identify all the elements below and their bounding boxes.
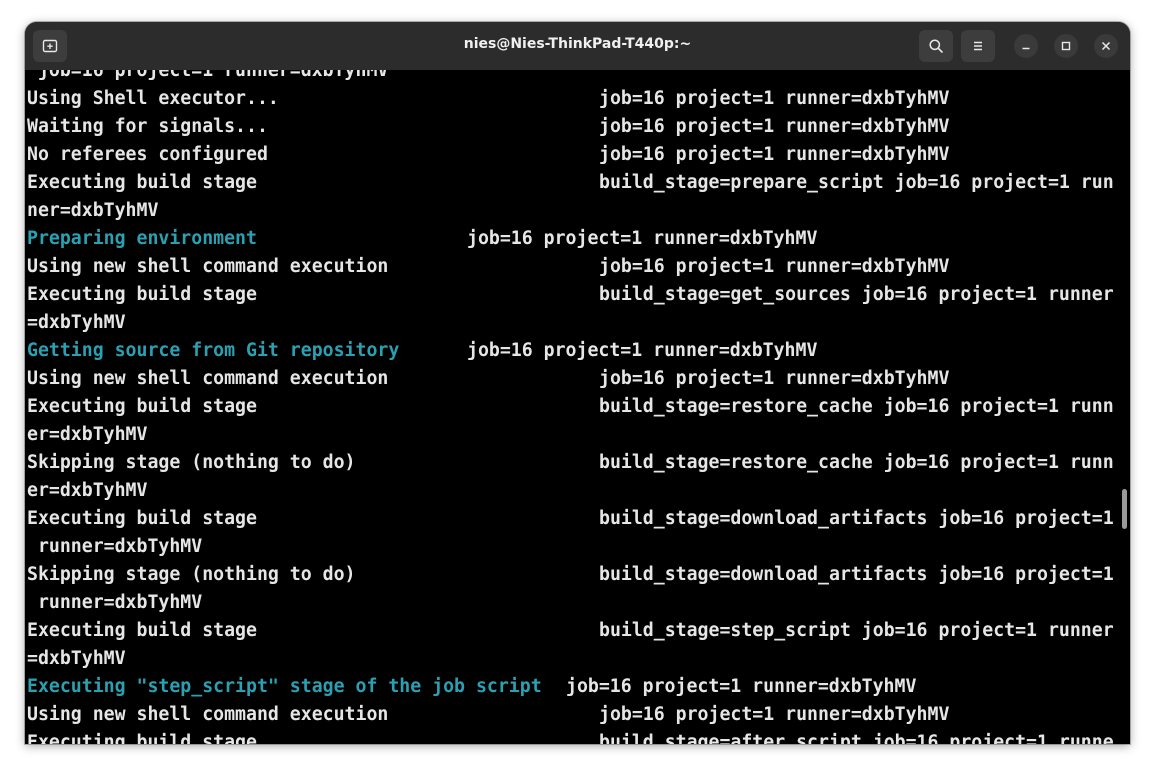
log-message: Using new shell command execution — [27, 368, 389, 389]
log-section-header: Getting source from Git repository — [27, 340, 400, 361]
minimize-button[interactable] — [1014, 34, 1038, 58]
log-fields: job=16 project=1 runner=dxbTyhMV — [599, 368, 950, 389]
log-message: Executing build stage — [27, 508, 257, 529]
header-bar: nies@Nies-ThinkPad-T440p:~ — [25, 22, 1130, 71]
log-fields: build_stage=download_artifacts job=16 pr… — [599, 508, 1114, 529]
search-button[interactable] — [919, 30, 953, 62]
log-fields: job=16 project=1 runner=dxbTyhMV — [27, 70, 389, 81]
log-section-header: Executing "step_script" stage of the job… — [27, 676, 542, 697]
log-fields: job=16 project=1 runner=dxbTyhMV — [599, 144, 950, 165]
log-fields: build_stage=download_artifacts job=16 pr… — [599, 564, 1114, 585]
log-message: Waiting for signals... — [27, 116, 268, 137]
log-fields: build_stage=get_sources job=16 project=1… — [599, 284, 1114, 305]
log-message: er=dxbTyhMV — [27, 480, 148, 501]
main-menu-button[interactable] — [961, 30, 995, 62]
log-fields: job=16 project=1 runner=dxbTyhMV — [467, 340, 818, 361]
log-fields: build_stage=restore_cache job=16 project… — [599, 396, 1114, 417]
close-button[interactable] — [1094, 34, 1118, 58]
log-message: Executing build stage — [27, 732, 257, 744]
log-message: Executing build stage — [27, 396, 257, 417]
log-message: =dxbTyhMV — [27, 648, 126, 669]
log-fields: job=16 project=1 runner=dxbTyhMV — [467, 228, 818, 249]
log-fields: job=16 project=1 runner=dxbTyhMV — [599, 256, 950, 277]
log-message: runner=dxbTyhMV — [27, 536, 203, 557]
maximize-button[interactable] — [1054, 34, 1078, 58]
log-fields: build_stage=restore_cache job=16 project… — [599, 452, 1114, 473]
log-fields: job=16 project=1 runner=dxbTyhMV — [599, 704, 950, 725]
log-message: Skipping stage (nothing to do) — [27, 564, 356, 585]
log-fields: job=16 project=1 runner=dxbTyhMV — [599, 88, 950, 109]
log-message: Using Shell executor... — [27, 88, 279, 109]
log-fields: build_stage=after_script job=16 project=… — [599, 732, 1114, 744]
scrollbar-thumb[interactable] — [1122, 489, 1127, 529]
log-message: Using new shell command execution — [27, 256, 389, 277]
log-message: runner=dxbTyhMV — [27, 592, 203, 613]
log-message: ner=dxbTyhMV — [27, 200, 159, 221]
terminal-window: nies@Nies-ThinkPad-T440p:~ job=16 projec… — [25, 22, 1130, 744]
log-fields: build_stage=step_script job=16 project=1… — [599, 620, 1114, 641]
log-message: Using new shell command execution — [27, 704, 389, 725]
log-message: Executing build stage — [27, 620, 257, 641]
log-message: Executing build stage — [27, 284, 257, 305]
log-section-header: Preparing environment — [27, 228, 257, 249]
log-message: =dxbTyhMV — [27, 312, 126, 333]
log-message: Executing build stage — [27, 172, 257, 193]
log-message: No referees configured — [27, 144, 268, 165]
terminal-output[interactable]: job=16 project=1 runner=dxbTyhMV Using Sh… — [25, 70, 1130, 744]
log-message: er=dxbTyhMV — [27, 424, 148, 445]
log-fields: job=16 project=1 runner=dxbTyhMV — [599, 116, 950, 137]
log-fields: build_stage=prepare_script job=16 projec… — [599, 172, 1114, 193]
log-message: Skipping stage (nothing to do) — [27, 452, 356, 473]
log-fields: job=16 project=1 runner=dxbTyhMV — [566, 676, 917, 697]
